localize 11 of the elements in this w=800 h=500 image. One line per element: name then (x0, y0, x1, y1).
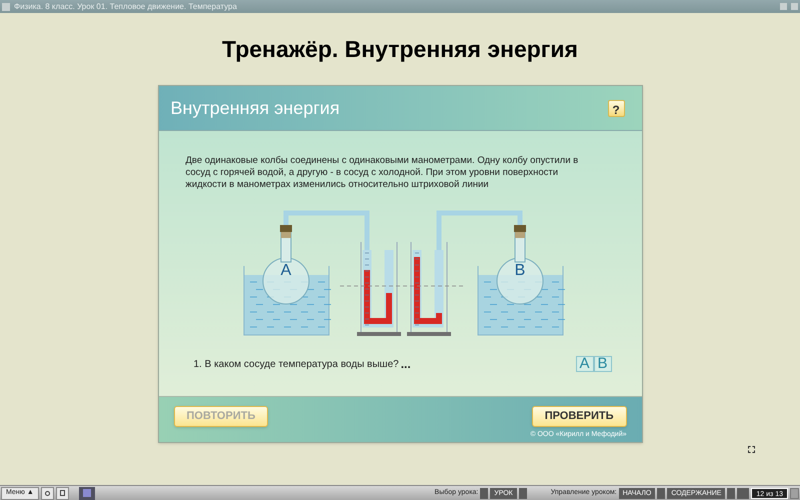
card-title: Внутренняя энергия (170, 96, 341, 120)
fullscreen-icon[interactable] (748, 446, 755, 453)
help-button[interactable]: ? (608, 100, 624, 116)
check-button[interactable]: ПРОВЕРИТЬ (532, 406, 626, 427)
task-description: Две одинаковые колбы соединены с одинаковыми манометрами. Одну колбу опустили в сосуд с горячей водой, а другую - в сосуд с холодной. При этом уровни поверхности жидкости в манометрах изменились относительно штриховой линии (186, 155, 580, 191)
answer-blank[interactable]: ... (400, 355, 411, 373)
flask-label: A (280, 262, 291, 279)
window-title: Физика. 8 класс. Урок 01. Тепловое движение. Температура (14, 2, 237, 12)
question-text: 1. В каком сосуде температура воды выше? (194, 358, 399, 372)
flask-label: B (514, 262, 525, 279)
page-heading: Тренажёр. Внутренняя энергия (222, 35, 578, 63)
